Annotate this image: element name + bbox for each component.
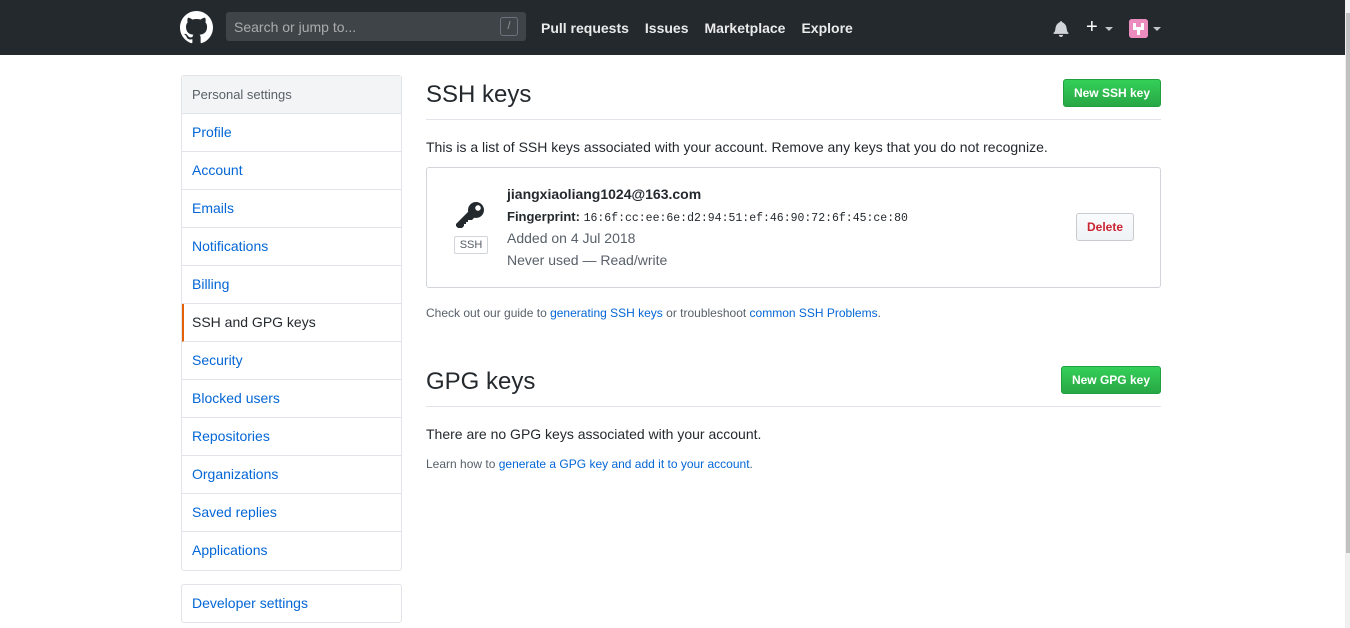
plus-icon[interactable]: + (1086, 17, 1098, 37)
key-icon (456, 202, 484, 228)
nav-issues[interactable]: Issues (645, 20, 689, 36)
ssh-key-fingerprint: Fingerprint: 16:6f:cc:ee:6e:d2:94:51:ef:… (507, 209, 908, 225)
page-scrollbar[interactable] (1345, 0, 1350, 628)
sidebar-item-security[interactable]: Security (182, 342, 401, 380)
top-header: / Pull requests Issues Marketplace Explo… (0, 0, 1345, 55)
common-ssh-problems-link[interactable]: common SSH Problems (750, 306, 878, 320)
gpg-empty-message: There are no GPG keys associated with yo… (426, 426, 762, 442)
gpg-keys-subhead: GPG keys New GPG key (426, 362, 1161, 407)
ssh-key-title: jiangxiaoliang1024@163.com (507, 186, 702, 202)
sidebar-item-billing[interactable]: Billing (182, 266, 401, 304)
ssh-type-label: SSH (454, 236, 488, 254)
avatar-identicon-icon (1129, 19, 1148, 38)
github-logo-icon[interactable] (180, 11, 213, 44)
header-nav: Pull requests Issues Marketplace Explore (541, 0, 869, 55)
ssh-keys-heading: SSH keys (426, 81, 532, 108)
fingerprint-value: 16:6f:cc:ee:6e:d2:94:51:ef:46:90:72:6f:4… (583, 212, 908, 225)
sidebar-item-account[interactable]: Account (182, 152, 401, 190)
guide-middle: or troubleshoot (662, 306, 750, 320)
gpg-learn-text: Learn how to generate a GPG key and add … (426, 457, 753, 471)
main-content: SSH keys New SSH key This is a list of S… (426, 75, 1161, 471)
search-box[interactable]: / (226, 12, 526, 41)
learn-prefix: Learn how to (426, 457, 499, 471)
new-ssh-key-button[interactable]: New SSH key (1062, 79, 1161, 107)
nav-marketplace[interactable]: Marketplace (705, 20, 786, 36)
sidebar-heading: Personal settings (182, 76, 401, 114)
search-shortcut-hint: / (500, 17, 518, 36)
sidebar-item-repositories[interactable]: Repositories (182, 418, 401, 456)
bell-icon[interactable] (1053, 20, 1069, 37)
search-input[interactable] (226, 12, 526, 41)
settings-sidebar: Personal settings Profile Account Emails… (181, 75, 402, 571)
scrollbar-thumb[interactable] (1346, 13, 1350, 553)
plus-dropdown-caret-icon[interactable] (1105, 27, 1113, 31)
sidebar-item-developer-settings[interactable]: Developer settings (182, 585, 401, 623)
delete-ssh-key-button[interactable]: Delete (1076, 213, 1135, 241)
generating-ssh-keys-link[interactable]: generating SSH keys (550, 306, 663, 320)
learn-suffix: . (749, 457, 753, 471)
sidebar-item-emails[interactable]: Emails (182, 190, 401, 228)
nav-pull-requests[interactable]: Pull requests (541, 20, 629, 36)
sidebar-item-saved-replies[interactable]: Saved replies (182, 494, 401, 532)
gpg-keys-heading: GPG keys (426, 368, 536, 395)
new-gpg-key-button[interactable]: New GPG key (1060, 366, 1161, 394)
sidebar-item-profile[interactable]: Profile (182, 114, 401, 152)
sidebar-item-organizations[interactable]: Organizations (182, 456, 401, 494)
sidebar-item-blocked-users[interactable]: Blocked users (182, 380, 401, 418)
ssh-guide-text: Check out our guide to generating SSH ke… (426, 306, 881, 320)
fingerprint-label: Fingerprint: (507, 209, 580, 224)
sidebar-item-ssh-gpg-keys[interactable]: SSH and GPG keys (182, 304, 401, 342)
generate-gpg-key-link[interactable]: generate a GPG key and add it to your ac… (499, 457, 750, 471)
guide-suffix: . (877, 306, 881, 320)
sidebar-item-applications[interactable]: Applications (182, 532, 401, 570)
ssh-keys-description: This is a list of SSH keys associated wi… (426, 139, 1048, 155)
avatar-dropdown-caret-icon[interactable] (1153, 27, 1161, 31)
guide-prefix: Check out our guide to (426, 306, 551, 320)
ssh-key-usage: Never used — Read/write (507, 252, 668, 268)
avatar[interactable] (1129, 19, 1148, 38)
developer-settings-menu: Developer settings (181, 584, 402, 623)
nav-explore[interactable]: Explore (801, 20, 852, 36)
gpg-keys-section: GPG keys New GPG key (426, 362, 1161, 407)
ssh-keys-subhead: SSH keys New SSH key (426, 75, 1161, 120)
ssh-key-list-item: SSH jiangxiaoliang1024@163.com Fingerpri… (426, 167, 1161, 288)
sidebar-item-notifications[interactable]: Notifications (182, 228, 401, 266)
ssh-key-added-date: Added on 4 Jul 2018 (507, 230, 636, 246)
